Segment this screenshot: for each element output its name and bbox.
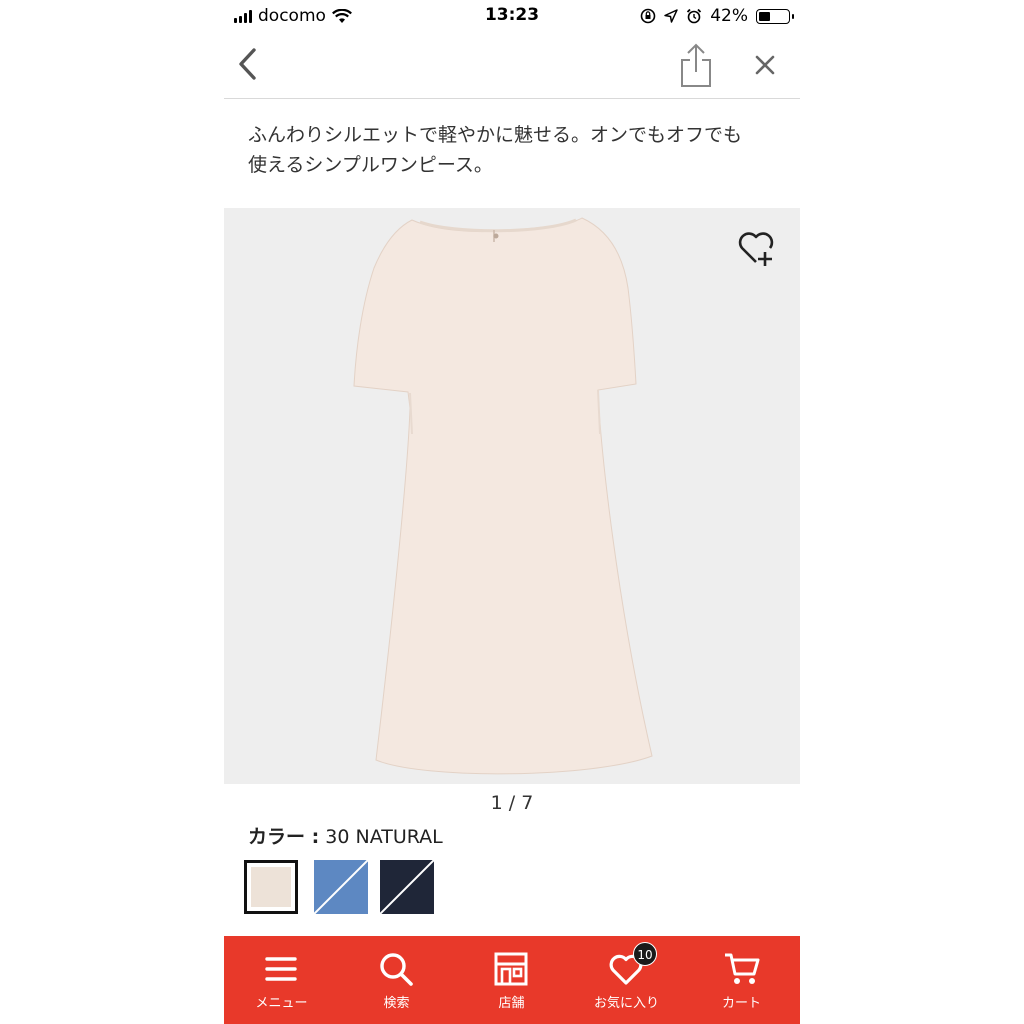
swatch-natural[interactable] [244,860,298,914]
status-bar: docomo 13:23 42% [224,0,800,32]
tab-cart-label: カート [721,996,761,1011]
tab-search-label: 検索 [383,996,410,1011]
color-value: 30 NATURAL [325,826,443,848]
favorites-count-badge: 10 [633,942,657,966]
description-line-2: 使えるシンプルワンピース。 [248,154,493,176]
tab-store[interactable]: 店舗 [454,936,569,1024]
product-description: ふんわりシルエットで軽やかに魅せる。オンでもオフでも 使えるシンプルワンピース。 [248,120,778,180]
alarm-icon [687,8,702,24]
tab-menu[interactable]: メニュー [224,936,339,1024]
color-selection-label: カラー : 30 NATURAL [248,822,443,849]
tab-search[interactable]: 検索 [339,936,454,1024]
share-icon [681,43,711,87]
close-icon [755,55,775,75]
rotation-lock-icon [640,8,656,24]
share-button[interactable] [676,42,716,88]
menu-icon [265,957,297,981]
location-icon [664,9,678,23]
tab-menu-label: メニュー [255,996,308,1011]
bottom-tab-bar: メニュー 検索 店舗 10 お気に入り カート [224,936,800,1024]
product-image[interactable] [224,208,800,784]
add-favorite-button[interactable] [736,228,776,268]
close-button[interactable] [748,48,782,82]
tab-favorites-label: お気に入り [593,996,659,1011]
store-icon [494,952,528,986]
battery-percent: 42% [710,6,748,26]
back-button[interactable] [232,44,268,84]
tab-store-label: 店舗 [498,996,525,1011]
navigation-bar [224,32,800,99]
swatch-navy[interactable] [380,860,434,914]
color-swatches [244,856,544,920]
dress-image [353,217,653,775]
tab-favorites[interactable]: 10 お気に入り [569,936,684,1024]
image-pager: 1 / 7 [490,792,534,814]
phone-screen: docomo 13:23 42% ふんわりシルエットで軽やかに魅せる。オンでもオ… [224,0,800,1024]
cart-icon [725,953,760,984]
search-icon [380,953,413,986]
heart-plus-icon [738,232,774,266]
swatch-blue[interactable] [314,860,368,914]
status-right: 42% [640,6,794,26]
description-line-1: ふんわりシルエットで軽やかに魅せる。オンでもオフでも [248,124,743,146]
color-label: カラー : [248,826,320,848]
chevron-left-icon [239,48,256,80]
battery-icon [756,8,794,24]
tab-cart[interactable]: カート [684,936,799,1024]
